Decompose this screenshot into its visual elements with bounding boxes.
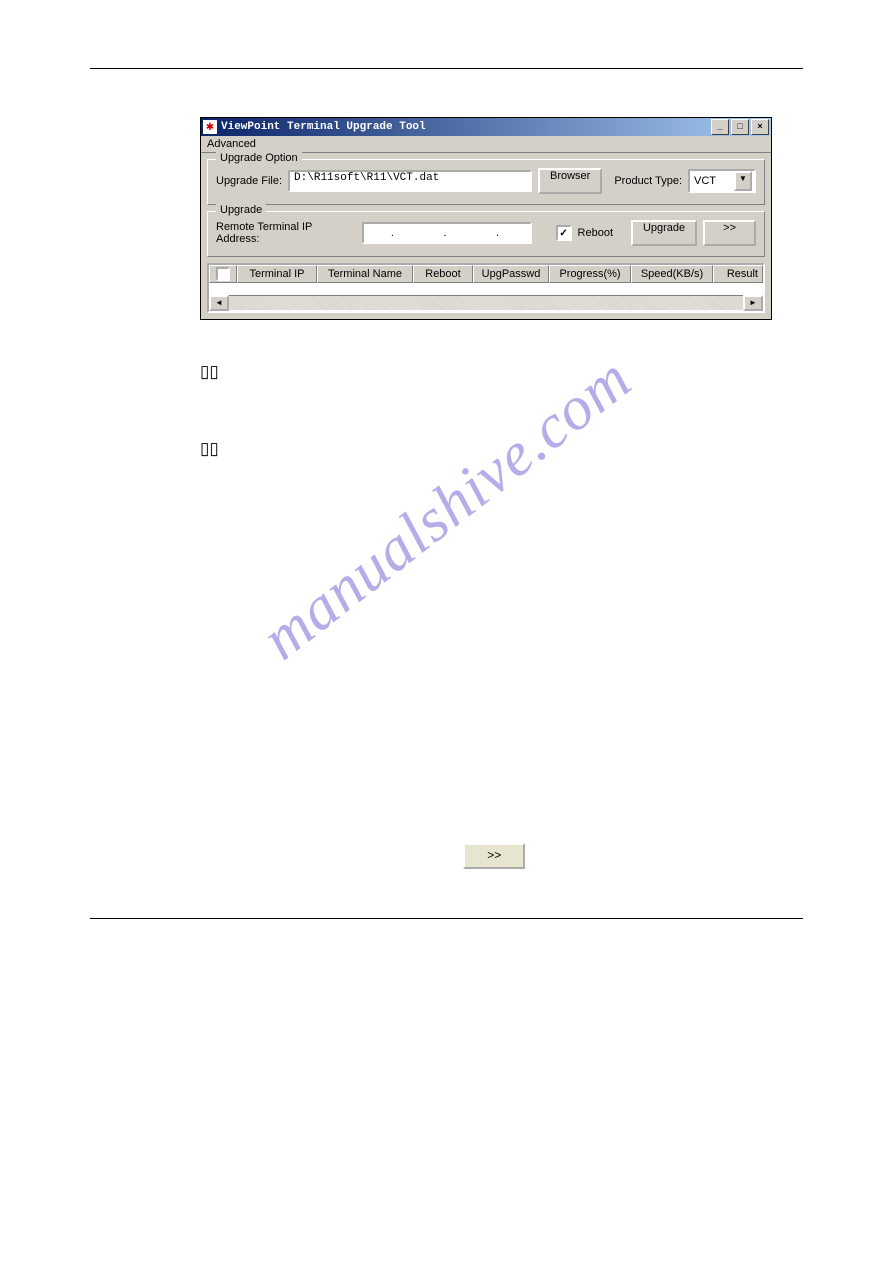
note3-text: Upgrade files are named "xxx.dat". — [232, 381, 417, 399]
figure-caption: Figure 7-5 Upgrade program — default int… — [210, 99, 803, 111]
sub-a: Configure the parameters for this endpoi… — [294, 629, 541, 649]
header-right: 7 Maintenance and Upgrade — [664, 50, 803, 62]
note5-label: Note: — [274, 762, 770, 782]
maximize-button[interactable]: □ — [731, 119, 749, 135]
note4-b2: 822X: 8220 MCUs. — [252, 504, 362, 524]
col-upg-passwd[interactable]: UpgPasswd — [473, 265, 549, 283]
upgrade-file-label: Upgrade File: — [216, 175, 282, 187]
upgrade-option-legend: Upgrade Option — [216, 152, 302, 164]
remote-ip-label: Remote Terminal IP Address: — [216, 221, 356, 245]
step3-text: Click <Browser> to select the upgrade fi… — [274, 332, 770, 352]
titlebar[interactable]: ✱ ViewPoint Terminal Upgrade Tool _ □ × — [201, 118, 771, 136]
footer-center: Huawei Technologies Proprietary — [412, 927, 573, 939]
note5-more-pre: To upgrade multiple MCUs, click — [274, 847, 463, 862]
reboot-label: Reboot — [578, 227, 613, 239]
col-speed[interactable]: Speed(KB/s) — [631, 265, 713, 283]
book-icon: ▯▯ — [200, 363, 220, 380]
note4-text: Three types of equipment are supported: — [232, 458, 491, 476]
remote-ip-input[interactable]: ... — [362, 222, 532, 244]
table-body — [209, 283, 763, 295]
step5-copy: If you want to copy the configuration of… — [274, 586, 770, 625]
sub-b-n: b) — [274, 653, 284, 712]
scroll-left-button[interactable]: ◄ — [209, 295, 229, 311]
menu-advanced[interactable]: Advanced — [201, 136, 771, 153]
col-reboot[interactable]: Reboot — [413, 265, 473, 283]
col-terminal-ip[interactable]: Terminal IP — [237, 265, 317, 283]
window-title: ViewPoint Terminal Upgrade Tool — [221, 121, 709, 133]
upgrade-option-group: Upgrade Option Upgrade File: D:\R11soft\… — [207, 159, 765, 205]
top-rule — [90, 68, 803, 69]
note4-b1: VCT: 8000 series MCUs. — [252, 480, 394, 500]
col-progress[interactable]: Progress(%) — [549, 265, 631, 283]
note3-label: Note: — [232, 362, 417, 382]
chevron-down-icon[interactable]: ▼ — [734, 171, 752, 191]
sub-b: Right-click this endpoint, and then sele… — [294, 653, 770, 712]
step5-label: Step 5 — [210, 561, 260, 889]
note4-label: Note: — [232, 439, 491, 459]
sub-a-n: a) — [274, 629, 284, 649]
browser-button[interactable]: Browser — [538, 168, 602, 194]
footer-right: 7-9 — [787, 927, 803, 939]
product-type-select[interactable]: VCT ▼ — [688, 169, 756, 193]
book-icon: ▯▯ — [200, 440, 220, 457]
sub-c: In the Terminal IP and Terminal Name fie… — [294, 715, 770, 754]
note5-n1: Remote Terminal IP Address: the IP addre… — [294, 786, 713, 806]
upgrade-file-input[interactable]: D:\R11soft\R11\VCT.dat — [288, 170, 532, 192]
step3-label: Step 3 — [210, 332, 260, 352]
step4-text: Select the equipment to be upgraded. — [274, 409, 770, 429]
bottom-rule — [90, 918, 803, 919]
inline-more-button[interactable]: >> — [463, 843, 525, 869]
upgrade-legend: Upgrade — [216, 204, 266, 216]
header-checkbox[interactable] — [216, 267, 230, 281]
step4-label: Step 4 — [210, 409, 260, 429]
product-type-label: Product Type: — [614, 175, 682, 187]
step5-text: Type the IP address of the endpoint in t… — [274, 561, 770, 581]
upgrade-tool-window: ✱ ViewPoint Terminal Upgrade Tool _ □ × … — [200, 117, 772, 320]
product-type-value: VCT — [694, 175, 728, 187]
col-result[interactable]: Result — [713, 265, 763, 283]
header-left: Administrator Guide — [90, 50, 187, 62]
horizontal-scrollbar[interactable]: ◄ ► — [209, 295, 763, 311]
note5-n2: Reboot: If you select Reboot, the MCU au… — [294, 809, 749, 829]
footer-left: Issue 03 (2008-05-30) — [90, 927, 198, 939]
minimize-button[interactable]: _ — [711, 119, 729, 135]
terminal-table: Terminal IP Terminal Name Reboot UpgPass… — [207, 263, 765, 313]
sub-c-n: c) — [274, 715, 284, 754]
table-header: Terminal IP Terminal Name Reboot UpgPass… — [209, 265, 763, 283]
upgrade-group: Upgrade Remote Terminal IP Address: ... … — [207, 211, 765, 257]
note4-b3: Terminal: ViewPoint 8033/8036 terminals. — [252, 527, 491, 547]
upgrade-button[interactable]: Upgrade — [631, 220, 697, 246]
app-icon: ✱ — [203, 120, 217, 134]
close-button[interactable]: × — [751, 119, 769, 135]
more-button[interactable]: >> — [703, 220, 756, 246]
reboot-checkbox[interactable]: ✓ — [556, 225, 572, 241]
body-text: Step 3 Click <Browser> to select the upg… — [210, 332, 770, 888]
col-terminal-name[interactable]: Terminal Name — [317, 265, 413, 283]
scroll-right-button[interactable]: ► — [743, 295, 763, 311]
col-checkbox[interactable] — [209, 265, 237, 283]
scroll-track[interactable] — [229, 295, 743, 311]
